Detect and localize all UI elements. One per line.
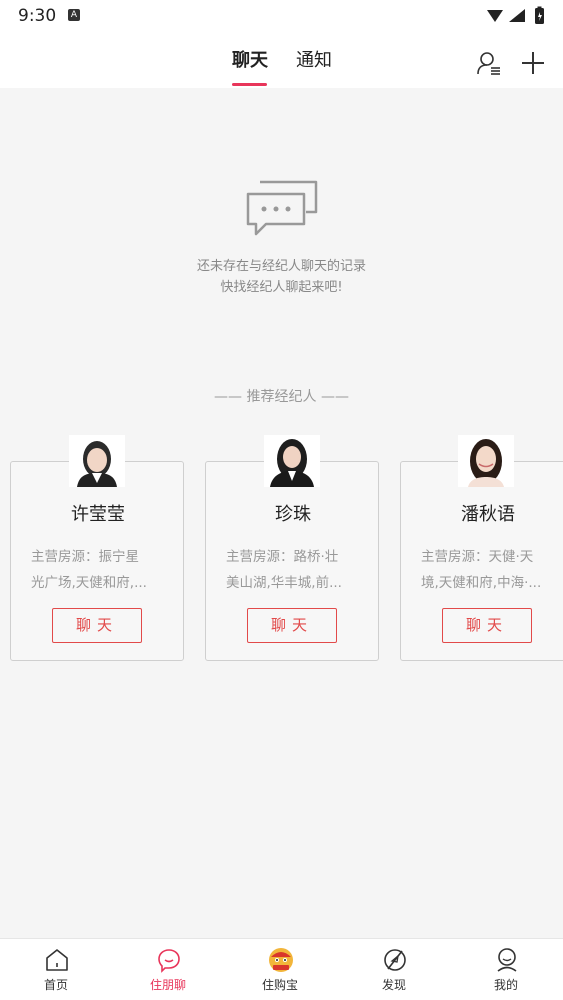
status-time: 9:30 xyxy=(18,6,57,26)
agent-name: 珍珠 xyxy=(275,504,311,525)
tab-notice[interactable]: 通知 xyxy=(296,46,332,72)
nav-home[interactable]: 首页 xyxy=(16,939,96,1000)
agent-name: 潘秋语 xyxy=(461,504,515,525)
agent-avatar[interactable] xyxy=(458,435,514,487)
agent-avatar[interactable] xyxy=(69,435,125,487)
tab-chat[interactable]: 聊天 xyxy=(232,46,268,72)
agent-name: 许莹莹 xyxy=(71,504,125,525)
profile-icon xyxy=(497,948,517,972)
contacts-icon[interactable] xyxy=(476,50,502,76)
notification-badge-icon: A xyxy=(68,9,80,21)
shop-mascot-icon xyxy=(269,948,293,972)
nav-label-mine: 我的 xyxy=(493,978,518,992)
agent-card[interactable]: 珍珠 主营房源：路桥·壮 美山湖,华丰城,前... 聊天 xyxy=(205,461,379,661)
compass-icon xyxy=(384,949,406,971)
agent-description: 主营房源：振宁星 光广场,天健和府,... xyxy=(31,549,147,591)
nav-chat[interactable]: 住朋聊 xyxy=(128,939,208,1000)
empty-message-line2: 快找经纪人聊起来吧! xyxy=(220,280,343,295)
agent-description: 主营房源：天健·天 境,天健和府,中海·... xyxy=(421,549,542,591)
chat-icon xyxy=(158,949,180,973)
chat-bubbles-icon xyxy=(246,180,318,236)
nav-find[interactable]: 发现 xyxy=(354,939,434,1000)
nav-label-shop: 住购宝 xyxy=(261,978,298,992)
agent-card[interactable]: 潘秋语 主营房源：天健·天 境,天健和府,中海·... 聊天 xyxy=(400,461,563,661)
empty-message-line1: 还未存在与经纪人聊天的记录 xyxy=(196,259,366,274)
nav-mine[interactable]: 我的 xyxy=(466,939,546,1000)
nav-label-chat: 住朋聊 xyxy=(149,978,186,992)
bottom-nav: 首页 住朋聊 住购宝 发现 我的 xyxy=(0,938,563,1000)
nav-shop[interactable]: 住购宝 xyxy=(240,939,320,1000)
top-header: 聊天 通知 xyxy=(0,34,563,88)
chat-button[interactable]: 聊天 xyxy=(52,608,142,643)
agent-avatar[interactable] xyxy=(264,435,320,487)
agent-card[interactable]: 许莹莹 主营房源：振宁星 光广场,天健和府,... 聊天 xyxy=(10,461,184,661)
status-bar: 9:30 A xyxy=(0,0,563,34)
nav-label-find: 发现 xyxy=(381,978,406,992)
nav-label-home: 首页 xyxy=(43,978,68,992)
recommend-title: —— 推荐经纪人 —— xyxy=(214,389,349,405)
agent-description: 主营房源：路桥·壮 美山湖,华丰城,前... xyxy=(226,549,342,591)
signal-battery-icon xyxy=(487,6,544,24)
active-tab-indicator xyxy=(232,83,267,86)
chat-button[interactable]: 聊天 xyxy=(247,608,337,643)
plus-icon[interactable] xyxy=(520,50,546,76)
chat-button[interactable]: 聊天 xyxy=(442,608,532,643)
home-icon xyxy=(46,949,68,971)
